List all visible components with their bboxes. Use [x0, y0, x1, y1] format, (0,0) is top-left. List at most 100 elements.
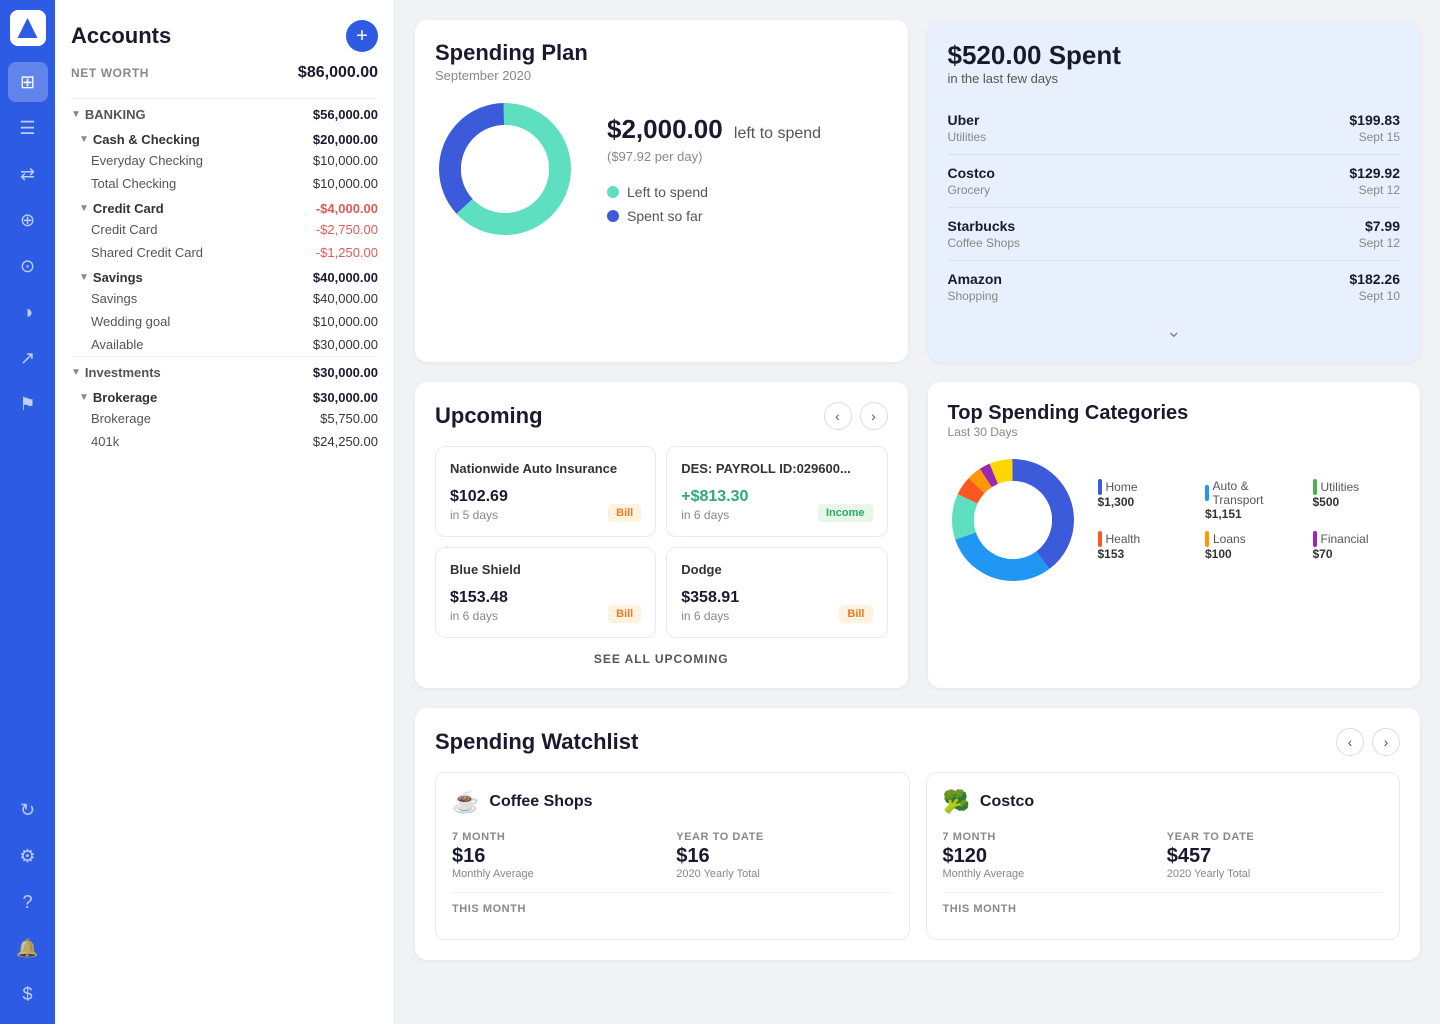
upcoming-item-0: Nationwide Auto Insurance $102.69 in 5 d…	[435, 446, 656, 537]
health-bar	[1098, 531, 1102, 547]
categories-grid: Home $1,300 Auto & Transport $1,151	[1098, 479, 1401, 561]
loans-bar	[1205, 531, 1209, 547]
shared-credit-card-name: Shared Credit Card	[91, 245, 203, 260]
financial-bar	[1313, 531, 1317, 547]
cash-checking-label: ▼ Cash & Checking	[79, 132, 200, 147]
spending-info: $2,000.00 left to spend ($97.92 per day)…	[607, 114, 888, 224]
top-spending-donut	[948, 455, 1078, 585]
spending-legend: Left to spend Spent so far	[607, 184, 888, 224]
401k-row: 401k $24,250.00	[71, 430, 378, 453]
transactions-list: Uber Utilities $199.83 Sept 15 Costco Gr…	[948, 102, 1401, 313]
coffee-shops-icon: ☕	[452, 789, 479, 815]
bill-badge-3: Bill	[839, 605, 872, 623]
available-row: Available $30,000.00	[71, 333, 378, 356]
upcoming-item-2: Blue Shield $153.48 in 6 days Bill	[435, 547, 656, 638]
credit-card-account-value: -$2,750.00	[316, 222, 378, 237]
sidebar-item-upload[interactable]: ⊕	[8, 200, 48, 240]
upcoming-prev-button[interactable]: ‹	[824, 402, 852, 430]
cat-utilities: Utilities $500	[1313, 479, 1401, 521]
auto-bar	[1205, 485, 1209, 501]
watchlist-costco: 🥦 Costco 7 MONTH $120 Monthly Average YE…	[926, 772, 1401, 940]
upcoming-header: Upcoming ‹ ›	[435, 402, 888, 430]
cat-auto: Auto & Transport $1,151	[1205, 479, 1293, 521]
credit-card-header[interactable]: ▼ Credit Card -$4,000.00	[71, 195, 378, 218]
txn-category: Utilities	[948, 130, 987, 144]
cat-financial: Financial $70	[1313, 531, 1401, 561]
see-all-upcoming-button[interactable]: SEE ALL UPCOMING	[594, 652, 729, 666]
costco-icon: 🥦	[943, 789, 970, 815]
txn-name: Uber	[948, 112, 987, 128]
show-more: ⌄	[948, 313, 1401, 342]
spent-subheader: in the last few days	[948, 71, 1401, 86]
brokerage-value: $30,000.00	[313, 390, 378, 405]
spending-amount: $2,000.00 left to spend	[607, 114, 888, 145]
utilities-bar	[1313, 479, 1317, 495]
legend-left-to-spend: Left to spend	[607, 184, 888, 200]
cash-checking-header[interactable]: ▼ Cash & Checking $20,000.00	[71, 126, 378, 149]
upcoming-grid: Nationwide Auto Insurance $102.69 in 5 d…	[435, 446, 888, 638]
sidebar-item-dashboard[interactable]: ⊞	[8, 62, 48, 102]
accounts-title: Accounts	[71, 23, 171, 49]
see-all: SEE ALL UPCOMING	[435, 638, 888, 668]
total-checking-row: Total Checking $10,000.00	[71, 172, 378, 195]
coffee-shops-name: Coffee Shops	[489, 793, 592, 811]
brokerage-account-row: Brokerage $5,750.00	[71, 407, 378, 430]
shared-credit-card-row: Shared Credit Card -$1,250.00	[71, 241, 378, 264]
txn-right: $199.83 Sept 15	[1349, 112, 1400, 144]
sidebar-item-transfer[interactable]: ⇄	[8, 154, 48, 194]
add-account-button[interactable]: +	[346, 20, 378, 52]
brokerage-label: ▼ Brokerage	[79, 390, 157, 405]
credit-card-value: -$4,000.00	[316, 201, 378, 216]
main-content: Spending Plan September 2020 $2,000.00 l…	[395, 0, 1440, 1024]
shared-credit-card-value: -$1,250.00	[316, 245, 378, 260]
everyday-checking-value: $10,000.00	[313, 153, 378, 168]
investments-label: ▼ Investments	[71, 365, 161, 380]
upcoming-next-button[interactable]: ›	[860, 402, 888, 430]
savings-value: $40,000.00	[313, 270, 378, 285]
spending-plan-body: $2,000.00 left to spend ($97.92 per day)…	[435, 99, 888, 239]
sidebar-item-search[interactable]: ⊙	[8, 246, 48, 286]
transaction-row: Costco Grocery $129.92 Sept 12	[948, 155, 1401, 208]
sidebar-item-chart[interactable]: ◑	[8, 292, 48, 332]
sidebar-item-refresh[interactable]: ↻	[8, 790, 48, 830]
sidebar-item-account[interactable]: $	[8, 974, 48, 1014]
spent-header: $520.00 Spent	[948, 40, 1401, 71]
sidebar-item-goal[interactable]: ⚑	[8, 384, 48, 424]
sidebar-item-trend[interactable]: ↗	[8, 338, 48, 378]
watchlist-header: Spending Watchlist ‹ ›	[435, 728, 1400, 756]
sidebar-item-notifications[interactable]: 🔔	[8, 928, 48, 968]
sidebar-item-transactions[interactable]: ☰	[8, 108, 48, 148]
watchlist-prev-button[interactable]: ‹	[1336, 728, 1364, 756]
sidebar-item-settings[interactable]: ⚙	[8, 836, 48, 876]
cat-loans: Loans $100	[1205, 531, 1293, 561]
top-spending-body: Home $1,300 Auto & Transport $1,151	[948, 455, 1401, 585]
show-more-button[interactable]: ⌄	[1166, 321, 1181, 342]
credit-card-name: Credit Card	[91, 222, 157, 237]
upcoming-item-3: Dodge $358.91 in 6 days Bill	[666, 547, 887, 638]
accounts-header: Accounts +	[71, 20, 378, 52]
txn-date: Sept 15	[1349, 130, 1400, 144]
spending-plan-subtitle: September 2020	[435, 68, 888, 83]
brokerage-header[interactable]: ▼ Brokerage $30,000.00	[71, 384, 378, 407]
savings-account-row: Savings $40,000.00	[71, 287, 378, 310]
cash-checking-value: $20,000.00	[313, 132, 378, 147]
savings-label: ▼ Savings	[79, 270, 143, 285]
wedding-goal-row: Wedding goal $10,000.00	[71, 310, 378, 333]
credit-card-label: ▼ Credit Card	[79, 201, 164, 216]
watchlist-next-button[interactable]: ›	[1372, 728, 1400, 756]
banking-value: $56,000.00	[313, 107, 378, 122]
banking-section[interactable]: ▼ BANKING $56,000.00	[71, 98, 378, 126]
txn-amount: $199.83	[1349, 112, 1400, 128]
spending-per-day: ($97.92 per day)	[607, 149, 888, 164]
spending-label: left to spend	[734, 125, 821, 142]
sidebar-item-help[interactable]: ?	[8, 882, 48, 922]
savings-header[interactable]: ▼ Savings $40,000.00	[71, 264, 378, 287]
cat-home: Home $1,300	[1098, 479, 1186, 521]
banking-label: ▼ BANKING	[71, 107, 146, 122]
upcoming-item-1: DES: PAYROLL ID:029600... +$813.30 in 6 …	[666, 446, 887, 537]
transaction-row: Uber Utilities $199.83 Sept 15	[948, 102, 1401, 155]
investments-section[interactable]: ▼ Investments $30,000.00	[71, 356, 378, 384]
upcoming-card: Upcoming ‹ › Nationwide Auto Insurance $…	[415, 382, 908, 688]
left-to-spend-dot	[607, 186, 619, 198]
everyday-checking-name: Everyday Checking	[91, 153, 203, 168]
